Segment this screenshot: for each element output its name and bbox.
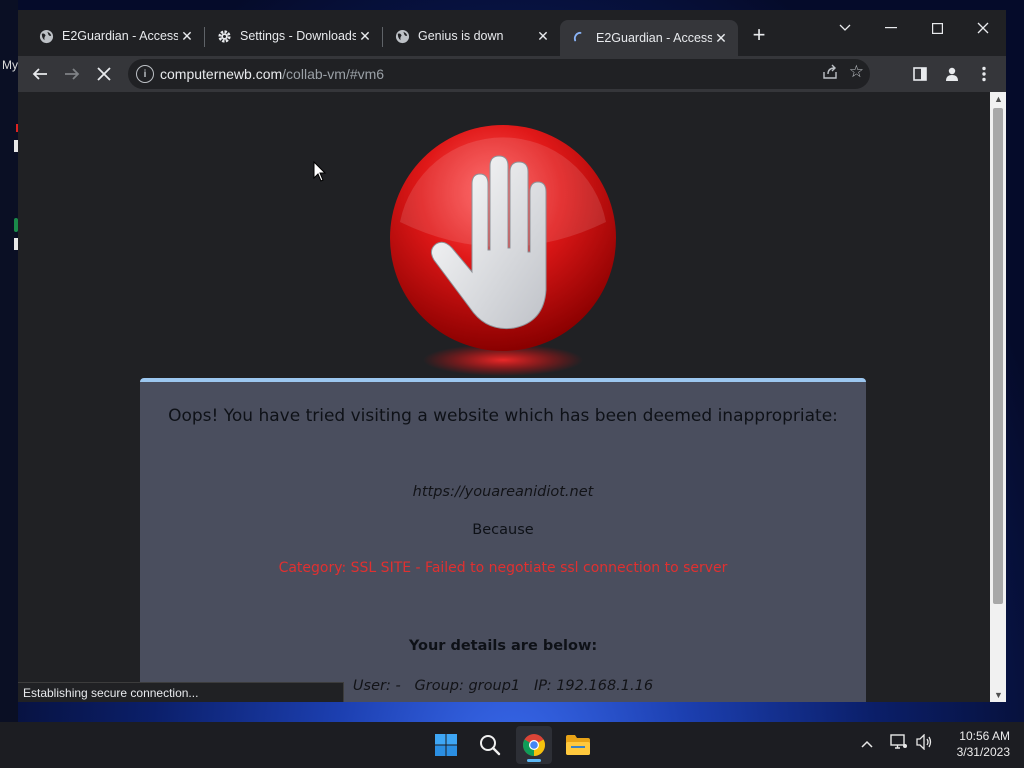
close-tab-icon[interactable]: ✕ (178, 27, 196, 45)
search-button[interactable] (472, 726, 508, 764)
close-window-button[interactable] (960, 14, 1006, 42)
tab-label: E2Guardian - Access (596, 31, 712, 45)
scroll-up-arrow-icon[interactable]: ▲ (994, 94, 1003, 104)
page-scrollbar[interactable]: ▲ ▼ (990, 92, 1006, 702)
scroll-down-arrow-icon[interactable]: ▼ (994, 690, 1003, 700)
url-path: /collab-vm/#vm6 (282, 66, 385, 82)
share-icon[interactable] (822, 64, 838, 84)
block-category: Category: SSL SITE - Failed to negotiate… (278, 560, 728, 576)
back-button[interactable] (26, 60, 54, 88)
side-panel-icon[interactable] (906, 60, 934, 88)
address-bar[interactable]: i computernewb.com/collab-vm/#vm6 ☆ (128, 59, 870, 89)
browser-window: E2Guardian - Access I ✕ Settings - Downl… (18, 10, 1006, 702)
tab-e2guardian-1[interactable]: E2Guardian - Access I ✕ (18, 20, 204, 52)
mouse-cursor-icon (313, 161, 327, 182)
tab-settings-downloads[interactable]: Settings - Downloads ✕ (196, 20, 382, 52)
gear-icon (216, 28, 232, 44)
desktop-icons-area: My (0, 0, 18, 722)
maximize-button[interactable] (914, 14, 960, 42)
stop-hand-icon (390, 125, 616, 376)
new-tab-button[interactable]: + (748, 24, 770, 46)
bookmark-star-icon[interactable]: ☆ (849, 62, 864, 82)
globe-icon (394, 28, 410, 44)
page-content: Oops! You have tried visiting a website … (18, 92, 990, 702)
loading-spinner-icon (572, 30, 588, 46)
profile-icon[interactable] (938, 60, 966, 88)
search-icon (480, 735, 501, 756)
show-hidden-icons-chevron[interactable] (861, 735, 873, 751)
address-url: computernewb.com/collab-vm/#vm6 (160, 66, 384, 82)
start-button[interactable] (428, 726, 464, 764)
tab-label: Settings - Downloads (240, 29, 356, 43)
tab-strip: E2Guardian - Access I ✕ Settings - Downl… (18, 10, 1006, 56)
clock-time: 10:56 AM (959, 729, 1010, 743)
blocked-url: https://youareanidiot.net (412, 484, 594, 500)
network-icon[interactable] (890, 734, 908, 753)
active-indicator (527, 759, 541, 762)
close-tab-icon[interactable]: ✕ (534, 27, 552, 45)
scrollbar-thumb[interactable] (993, 108, 1003, 604)
tab-e2guardian-active[interactable]: E2Guardian - Access ✕ (560, 20, 738, 56)
system-clock[interactable]: 10:56 AM 3/31/2023 (946, 728, 1010, 760)
globe-icon (38, 28, 54, 44)
windows-logo-icon (435, 734, 457, 756)
chrome-icon (523, 734, 545, 756)
block-heading: Oops! You have tried visiting a website … (168, 406, 838, 426)
folder-icon (566, 735, 590, 755)
stop-loading-button[interactable] (90, 60, 118, 88)
close-tab-icon[interactable]: ✕ (712, 29, 730, 47)
details-heading: Your details are below: (408, 638, 598, 654)
browser-toolbar: i computernewb.com/collab-vm/#vm6 ☆ (18, 56, 1006, 92)
tab-search-chevron-icon[interactable] (822, 14, 868, 42)
minimize-button[interactable] (868, 14, 914, 42)
file-explorer-button[interactable] (560, 726, 596, 764)
desktop-icon-label[interactable]: My (2, 58, 18, 72)
forward-button[interactable] (58, 60, 86, 88)
status-bubble: Establishing secure connection... (18, 682, 344, 702)
url-host: computernewb.com (160, 66, 283, 82)
taskbar: 10:56 AM 3/31/2023 (0, 722, 1024, 768)
site-info-icon[interactable]: i (136, 65, 154, 83)
volume-icon[interactable] (916, 733, 934, 753)
close-tab-icon[interactable]: ✕ (356, 27, 374, 45)
tab-label: Genius is down (418, 29, 504, 43)
tab-label: E2Guardian - Access I (62, 29, 178, 43)
block-notice-panel: Oops! You have tried visiting a website … (140, 378, 866, 702)
because-label: Because (472, 522, 534, 538)
menu-kebab-icon[interactable] (970, 60, 998, 88)
clock-date: 3/31/2023 (956, 745, 1010, 759)
chrome-taskbar-button[interactable] (516, 726, 552, 764)
tab-genius-is-down[interactable]: Genius is down ✕ (374, 20, 560, 52)
